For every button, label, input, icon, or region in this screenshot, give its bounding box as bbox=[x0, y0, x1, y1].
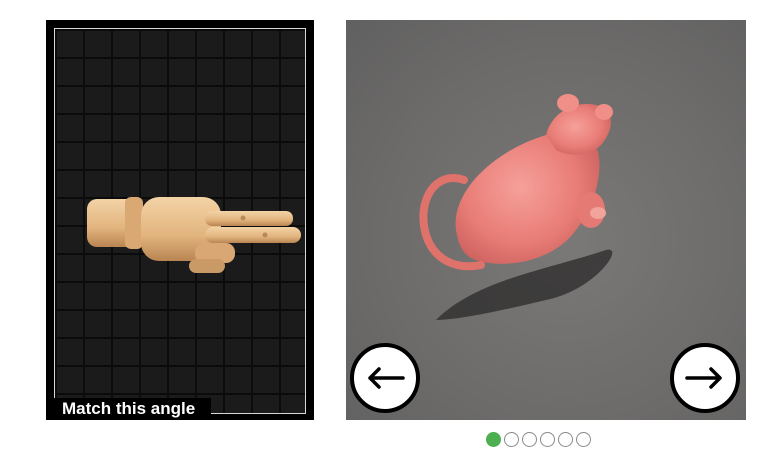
arrow-right-icon bbox=[685, 367, 722, 389]
reference-card: Match this angle bbox=[46, 20, 314, 420]
pagination-dot[interactable] bbox=[576, 432, 591, 447]
match-angle-label: Match this angle bbox=[54, 398, 212, 420]
reference-image bbox=[54, 28, 306, 414]
pagination-dot[interactable] bbox=[486, 432, 501, 447]
next-angle-button[interactable] bbox=[670, 343, 740, 413]
pagination-dot[interactable] bbox=[558, 432, 573, 447]
wooden-hand-pointing-icon bbox=[87, 197, 301, 273]
pagination-dot[interactable] bbox=[540, 432, 555, 447]
pagination-dot[interactable] bbox=[504, 432, 519, 447]
pagination-dots bbox=[486, 432, 591, 447]
pagination-dot[interactable] bbox=[522, 432, 537, 447]
previous-angle-button[interactable] bbox=[350, 343, 420, 413]
arrow-left-icon bbox=[368, 367, 405, 389]
